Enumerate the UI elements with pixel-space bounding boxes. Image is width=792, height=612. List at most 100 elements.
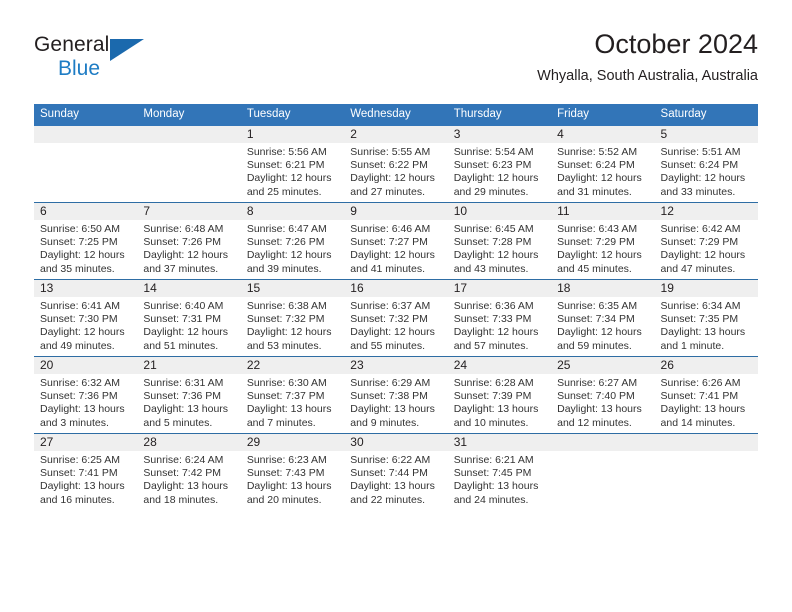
daylight-text-line1: Daylight: 13 hours bbox=[660, 403, 746, 416]
daylight-text-line1: Daylight: 12 hours bbox=[453, 326, 539, 339]
sunrise-text: Sunrise: 6:21 AM bbox=[453, 454, 534, 466]
sunset-text: Sunset: 7:28 PM bbox=[453, 236, 532, 249]
daylight-text-line2: and 53 minutes. bbox=[246, 339, 322, 352]
day-sun-info: Sunrise: 6:24 AM Sunset: 7:42 PM Daylight:… bbox=[137, 451, 240, 507]
calendar-day-cell[interactable]: 30 Sunrise: 6:22 AM Sunset: 7:44 PM Dayligh… bbox=[344, 433, 448, 510]
day-number bbox=[654, 434, 758, 451]
calendar-day-cell[interactable]: 8 Sunrise: 6:47 AM Sunset: 7:26 PM Daylight… bbox=[240, 202, 345, 280]
sunset-text: Sunset: 7:40 PM bbox=[557, 390, 635, 403]
sunrise-text: Sunrise: 6:22 AM bbox=[350, 454, 431, 466]
calendar-day-cell[interactable]: 16 Sunrise: 6:37 AM Sunset: 7:32 PM Dayligh… bbox=[344, 279, 448, 357]
calendar-day-cell[interactable]: 10 Sunrise: 6:45 AM Sunset: 7:28 PM Dayligh… bbox=[447, 202, 552, 280]
calendar-day-cell[interactable]: 7 Sunrise: 6:48 AM Sunset: 7:26 PM Daylight… bbox=[137, 202, 241, 280]
sunset-text: Sunset: 7:38 PM bbox=[350, 390, 428, 403]
day-number: 7 bbox=[137, 203, 241, 220]
daylight-text-line1: Daylight: 13 hours bbox=[557, 403, 642, 416]
sunset-text: Sunset: 7:29 PM bbox=[660, 236, 739, 249]
sunrise-text: Sunrise: 6:43 AM bbox=[557, 223, 638, 235]
calendar-day-cell[interactable]: 18 Sunrise: 6:35 AM Sunset: 7:34 PM Dayligh… bbox=[551, 279, 655, 357]
daylight-text-line1: Daylight: 13 hours bbox=[246, 480, 332, 493]
day-sun-info: Sunrise: 6:31 AM Sunset: 7:36 PM Daylight:… bbox=[137, 374, 240, 430]
daylight-text-line1: Daylight: 13 hours bbox=[143, 403, 229, 416]
calendar-day-cell[interactable]: 21 Sunrise: 6:31 AM Sunset: 7:36 PM Dayligh… bbox=[137, 356, 241, 434]
daylight-text-line1: Daylight: 12 hours bbox=[453, 249, 539, 262]
calendar-week-row: 27 Sunrise: 6:25 AM Sunset: 7:41 PM Dayligh… bbox=[34, 433, 758, 510]
day-sun-info: Sunrise: 6:21 AM Sunset: 7:45 PM Daylight:… bbox=[448, 451, 551, 507]
day-sun-info: Sunrise: 6:29 AM Sunset: 7:38 PM Daylight:… bbox=[344, 374, 447, 430]
brand-logo-top-row: General bbox=[34, 34, 164, 61]
calendar-day-cell[interactable]: 26 Sunrise: 6:26 AM Sunset: 7:41 PM Dayligh… bbox=[654, 356, 758, 434]
daylight-text-line1: Daylight: 12 hours bbox=[143, 249, 229, 262]
calendar-day-cell[interactable]: 25 Sunrise: 6:27 AM Sunset: 7:40 PM Dayligh… bbox=[551, 356, 655, 434]
calendar-day-cell[interactable]: 29 Sunrise: 6:23 AM Sunset: 7:43 PM Dayligh… bbox=[240, 433, 345, 510]
day-sun-info: Sunrise: 6:32 AM Sunset: 7:36 PM Daylight:… bbox=[34, 374, 137, 430]
sunrise-text: Sunrise: 5:51 AM bbox=[660, 146, 741, 158]
calendar-day-cell[interactable]: 17 Sunrise: 6:36 AM Sunset: 7:33 PM Dayligh… bbox=[447, 279, 552, 357]
weekday-header-thursday: Thursday bbox=[447, 104, 552, 126]
sunrise-text: Sunrise: 6:48 AM bbox=[143, 223, 224, 235]
calendar-day-cell[interactable]: 4 Sunrise: 5:52 AM Sunset: 6:24 PM Daylight… bbox=[551, 126, 655, 203]
daylight-text-line1: Daylight: 13 hours bbox=[453, 403, 539, 416]
daylight-text-line2: and 29 minutes. bbox=[453, 185, 529, 198]
daylight-text-line2: and 24 minutes. bbox=[453, 493, 529, 506]
sunset-text: Sunset: 6:24 PM bbox=[660, 159, 739, 172]
weekday-header-friday: Friday bbox=[551, 104, 655, 126]
daylight-text-line1: Daylight: 12 hours bbox=[557, 326, 642, 339]
calendar-cell-empty bbox=[654, 433, 758, 510]
calendar-day-cell[interactable]: 11 Sunrise: 6:43 AM Sunset: 7:29 PM Dayligh… bbox=[551, 202, 655, 280]
calendar-day-cell[interactable]: 19 Sunrise: 6:34 AM Sunset: 7:35 PM Dayligh… bbox=[654, 279, 758, 357]
calendar-cell-empty bbox=[551, 433, 655, 510]
calendar-day-cell[interactable]: 1 Sunrise: 5:56 AM Sunset: 6:21 PM Daylight… bbox=[240, 126, 345, 203]
calendar-day-cell[interactable]: 2 Sunrise: 5:55 AM Sunset: 6:22 PM Daylight… bbox=[344, 126, 448, 203]
day-number: 23 bbox=[344, 357, 448, 374]
daylight-text-line2: and 49 minutes. bbox=[40, 339, 115, 352]
daylight-text-line1: Daylight: 12 hours bbox=[246, 249, 332, 262]
day-number: 15 bbox=[240, 280, 345, 297]
calendar-day-cell[interactable]: 6 Sunrise: 6:50 AM Sunset: 7:25 PM Daylight… bbox=[34, 202, 138, 280]
sunset-text: Sunset: 7:26 PM bbox=[246, 236, 325, 249]
calendar-day-cell[interactable]: 20 Sunrise: 6:32 AM Sunset: 7:36 PM Dayligh… bbox=[34, 356, 138, 434]
day-sun-info: Sunrise: 5:56 AM Sunset: 6:21 PM Daylight:… bbox=[241, 143, 344, 199]
calendar-day-cell[interactable]: 31 Sunrise: 6:21 AM Sunset: 7:45 PM Dayligh… bbox=[447, 433, 552, 510]
calendar-day-cell[interactable]: 22 Sunrise: 6:30 AM Sunset: 7:37 PM Dayligh… bbox=[240, 356, 345, 434]
daylight-text-line1: Daylight: 12 hours bbox=[660, 249, 746, 262]
calendar-day-cell[interactable]: 28 Sunrise: 6:24 AM Sunset: 7:42 PM Dayligh… bbox=[137, 433, 241, 510]
sunrise-text: Sunrise: 6:27 AM bbox=[557, 377, 638, 389]
calendar-day-cell[interactable]: 3 Sunrise: 5:54 AM Sunset: 6:23 PM Daylight… bbox=[447, 126, 552, 203]
calendar-day-cell[interactable]: 15 Sunrise: 6:38 AM Sunset: 7:32 PM Dayligh… bbox=[240, 279, 345, 357]
daylight-text-line2: and 55 minutes. bbox=[350, 339, 425, 352]
sunrise-text: Sunrise: 6:31 AM bbox=[143, 377, 224, 389]
sunrise-text: Sunrise: 6:42 AM bbox=[660, 223, 741, 235]
calendar-day-cell[interactable]: 9 Sunrise: 6:46 AM Sunset: 7:27 PM Daylight… bbox=[344, 202, 448, 280]
day-sun-info: Sunrise: 6:46 AM Sunset: 7:27 PM Daylight:… bbox=[344, 220, 447, 276]
daylight-text-line1: Daylight: 12 hours bbox=[557, 172, 642, 185]
daylight-text-line2: and 59 minutes. bbox=[557, 339, 632, 352]
sunset-text: Sunset: 7:32 PM bbox=[350, 313, 428, 326]
day-number: 24 bbox=[447, 357, 552, 374]
calendar-day-cell[interactable]: 14 Sunrise: 6:40 AM Sunset: 7:31 PM Dayligh… bbox=[137, 279, 241, 357]
sunrise-text: Sunrise: 6:50 AM bbox=[40, 223, 120, 235]
daylight-text-line2: and 57 minutes. bbox=[453, 339, 529, 352]
daylight-text-line2: and 20 minutes. bbox=[246, 493, 322, 506]
day-number: 19 bbox=[654, 280, 758, 297]
sunset-text: Sunset: 6:23 PM bbox=[453, 159, 532, 172]
day-sun-info: Sunrise: 6:27 AM Sunset: 7:40 PM Daylight:… bbox=[551, 374, 654, 430]
calendar-day-cell[interactable]: 23 Sunrise: 6:29 AM Sunset: 7:38 PM Dayligh… bbox=[344, 356, 448, 434]
brand-logo[interactable]: General Blue bbox=[34, 34, 164, 88]
calendar-day-cell[interactable]: 12 Sunrise: 6:42 AM Sunset: 7:29 PM Dayligh… bbox=[654, 202, 758, 280]
calendar-day-cell[interactable]: 5 Sunrise: 5:51 AM Sunset: 6:24 PM Daylight… bbox=[654, 126, 758, 203]
calendar-week-row: 6 Sunrise: 6:50 AM Sunset: 7:25 PM Daylight… bbox=[34, 202, 758, 280]
calendar-day-cell[interactable]: 24 Sunrise: 6:28 AM Sunset: 7:39 PM Dayligh… bbox=[447, 356, 552, 434]
sunset-text: Sunset: 7:33 PM bbox=[453, 313, 532, 326]
daylight-text-line1: Daylight: 12 hours bbox=[246, 172, 332, 185]
sunrise-text: Sunrise: 6:35 AM bbox=[557, 300, 638, 312]
day-sun-info: Sunrise: 6:30 AM Sunset: 7:37 PM Daylight:… bbox=[241, 374, 344, 430]
daylight-text-line2: and 31 minutes. bbox=[557, 185, 632, 198]
day-number: 4 bbox=[551, 126, 655, 143]
daylight-text-line2: and 16 minutes. bbox=[40, 493, 115, 506]
blue-triangle-icon bbox=[110, 39, 144, 61]
day-sun-info: Sunrise: 6:26 AM Sunset: 7:41 PM Daylight:… bbox=[655, 374, 758, 430]
calendar-day-cell[interactable]: 27 Sunrise: 6:25 AM Sunset: 7:41 PM Dayligh… bbox=[34, 433, 138, 510]
calendar-day-cell[interactable]: 13 Sunrise: 6:41 AM Sunset: 7:30 PM Dayligh… bbox=[34, 279, 138, 357]
weekday-header-monday: Monday bbox=[137, 104, 241, 126]
